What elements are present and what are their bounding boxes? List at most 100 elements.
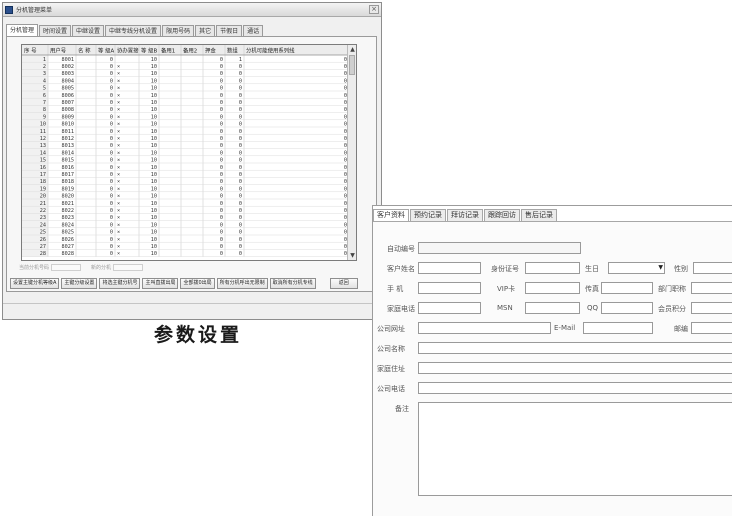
grid-cell[interactable]: 0 bbox=[110, 64, 113, 70]
grid-cell[interactable]: 8009 bbox=[62, 114, 75, 120]
grid-cell[interactable]: 0 bbox=[220, 172, 223, 178]
grid-cell[interactable]: 10 bbox=[151, 100, 157, 106]
grid-cell[interactable]: 10 bbox=[151, 208, 157, 214]
qq-field[interactable] bbox=[601, 302, 653, 314]
scroll-up-icon[interactable]: ▲ bbox=[348, 45, 356, 54]
grid-cell[interactable]: 10 bbox=[151, 165, 157, 171]
grid-cell[interactable]: 0 bbox=[110, 71, 113, 77]
grid-cell[interactable]: 0 bbox=[110, 136, 113, 142]
grid-cell[interactable]: × bbox=[117, 230, 120, 236]
points-field[interactable] bbox=[691, 302, 732, 314]
grid-cell[interactable]: 17 bbox=[40, 172, 46, 178]
grid-cell[interactable]: 0 bbox=[239, 237, 242, 243]
grid-cell[interactable]: 0 bbox=[239, 194, 242, 200]
home-address-field[interactable] bbox=[418, 362, 732, 374]
grid-cell[interactable]: 11 bbox=[40, 129, 46, 135]
grid-cell[interactable]: 10 bbox=[151, 129, 157, 135]
grid-cell[interactable]: × bbox=[117, 100, 120, 106]
grid-cell[interactable]: 8 bbox=[43, 107, 46, 113]
grid-cell[interactable]: 0 bbox=[220, 114, 223, 120]
grid-cell[interactable]: 0 bbox=[220, 222, 223, 228]
back-button[interactable]: 返回 bbox=[329, 278, 358, 289]
grid-cell[interactable]: 10 bbox=[151, 179, 157, 185]
tab-other[interactable]: 其它 bbox=[195, 25, 216, 36]
grid-cell[interactable]: × bbox=[117, 129, 120, 135]
grid-cell[interactable]: 0 bbox=[220, 165, 223, 171]
tab-customer-info[interactable]: 客户资料 bbox=[373, 209, 409, 221]
grid-cell[interactable]: 0 bbox=[239, 64, 242, 70]
grid-header-cell[interactable]: 数组 bbox=[227, 47, 238, 55]
grid-cell[interactable]: 10 bbox=[151, 186, 157, 192]
grid-header-cell[interactable]: 用户号 bbox=[50, 47, 67, 55]
grid-cell[interactable]: 10 bbox=[151, 78, 157, 84]
cancel-dedicated-button[interactable]: 取消所有分机专线 bbox=[269, 278, 316, 289]
name-field[interactable] bbox=[418, 262, 481, 274]
grid-cell[interactable]: 10 bbox=[151, 64, 157, 70]
tab-visits[interactable]: 拜访记录 bbox=[447, 209, 483, 221]
extension-grid[interactable]: 序 号 用户号 名 称等 级A 协办置接等 级B 备用1 备用2 押金 数组 分机可能使用系列线… bbox=[21, 44, 357, 261]
grid-cell[interactable]: × bbox=[117, 237, 120, 243]
grid-cell[interactable]: 8028 bbox=[62, 251, 75, 257]
grid-cell[interactable]: 10 bbox=[151, 122, 157, 128]
select-extension-button[interactable]: 将选主键分机号 bbox=[99, 278, 141, 289]
postcode-field[interactable] bbox=[691, 322, 732, 334]
grid-cell[interactable]: 0 bbox=[239, 172, 242, 178]
grid-cell[interactable]: 8020 bbox=[62, 194, 75, 200]
grid-cell[interactable]: × bbox=[117, 64, 120, 70]
grid-cell[interactable]: 8026 bbox=[62, 237, 75, 243]
grid-cell[interactable]: 0 bbox=[220, 201, 223, 207]
grid-cell[interactable]: 8023 bbox=[62, 215, 75, 221]
tab-appointments[interactable]: 预约记录 bbox=[410, 209, 446, 221]
grid-cell[interactable]: 10 bbox=[151, 158, 157, 164]
grid-cell[interactable]: 8015 bbox=[62, 158, 75, 164]
grid-cell[interactable]: 16 bbox=[40, 165, 46, 171]
grid-cell[interactable]: × bbox=[117, 179, 120, 185]
grid-cell[interactable]: × bbox=[117, 186, 120, 192]
grid-cell[interactable]: × bbox=[117, 215, 120, 221]
grid-cell[interactable]: 0 bbox=[220, 179, 223, 185]
grid-cell[interactable]: 0 bbox=[110, 179, 113, 185]
grid-cell[interactable]: 19 bbox=[40, 186, 46, 192]
grid-cell[interactable]: 10 bbox=[151, 201, 157, 207]
grid-cell[interactable]: 0 bbox=[220, 186, 223, 192]
grid-cell[interactable]: 0 bbox=[110, 244, 113, 250]
grid-cell[interactable]: 0 bbox=[239, 215, 242, 221]
grid-cell[interactable]: 10 bbox=[151, 150, 157, 156]
grid-cell[interactable]: 0 bbox=[220, 57, 223, 63]
grid-cell[interactable]: 0 bbox=[239, 230, 242, 236]
grid-cell[interactable]: × bbox=[117, 136, 120, 142]
grid-cell[interactable]: 13 bbox=[40, 143, 46, 149]
grid-cell[interactable]: 0 bbox=[110, 222, 113, 228]
grid-cell[interactable]: 2 bbox=[43, 64, 46, 70]
grid-cell[interactable]: 0 bbox=[110, 230, 113, 236]
grid-cell[interactable]: 24 bbox=[40, 222, 46, 228]
grid-cell[interactable]: 0 bbox=[110, 251, 113, 257]
grid-cell[interactable]: 8025 bbox=[62, 230, 75, 236]
grid-header-cell[interactable]: 押金 bbox=[205, 47, 216, 55]
tab-holidays[interactable]: 节假日 bbox=[216, 25, 243, 36]
tab-trunk-dedicated[interactable]: 中继专线分机设置 bbox=[105, 25, 162, 36]
grid-cell[interactable]: 0 bbox=[239, 165, 242, 171]
mobile-field[interactable] bbox=[418, 282, 481, 294]
grid-cell[interactable]: 0 bbox=[110, 107, 113, 113]
grid-cell[interactable]: 23 bbox=[40, 215, 46, 221]
grid-cell[interactable]: 10 bbox=[151, 57, 157, 63]
tab-extension-management[interactable]: 分机管理 bbox=[6, 24, 39, 36]
grid-cell[interactable]: 8003 bbox=[62, 71, 75, 77]
scroll-thumb[interactable] bbox=[349, 55, 355, 75]
grid-cell[interactable]: × bbox=[117, 78, 120, 84]
unrestricted-button[interactable]: 所有分机呼出无限制 bbox=[216, 278, 268, 289]
grid-cell[interactable]: 5 bbox=[43, 86, 46, 92]
grid-cell[interactable]: 8016 bbox=[62, 165, 75, 171]
tab-restricted-numbers[interactable]: 限用号码 bbox=[162, 25, 195, 36]
grid-cell[interactable]: 0 bbox=[110, 78, 113, 84]
grid-cell[interactable]: 26 bbox=[40, 237, 46, 243]
grid-cell[interactable]: 28 bbox=[40, 251, 46, 257]
grid-cell[interactable]: × bbox=[117, 194, 120, 200]
grid-cell[interactable]: 0 bbox=[239, 251, 242, 257]
grid-cell[interactable]: 0 bbox=[220, 129, 223, 135]
grid-cell[interactable]: 0 bbox=[239, 208, 242, 214]
grid-cell[interactable]: 8024 bbox=[62, 222, 75, 228]
grid-header-cell[interactable]: 名 称 bbox=[78, 47, 91, 55]
grid-cell[interactable]: 8007 bbox=[62, 100, 75, 106]
